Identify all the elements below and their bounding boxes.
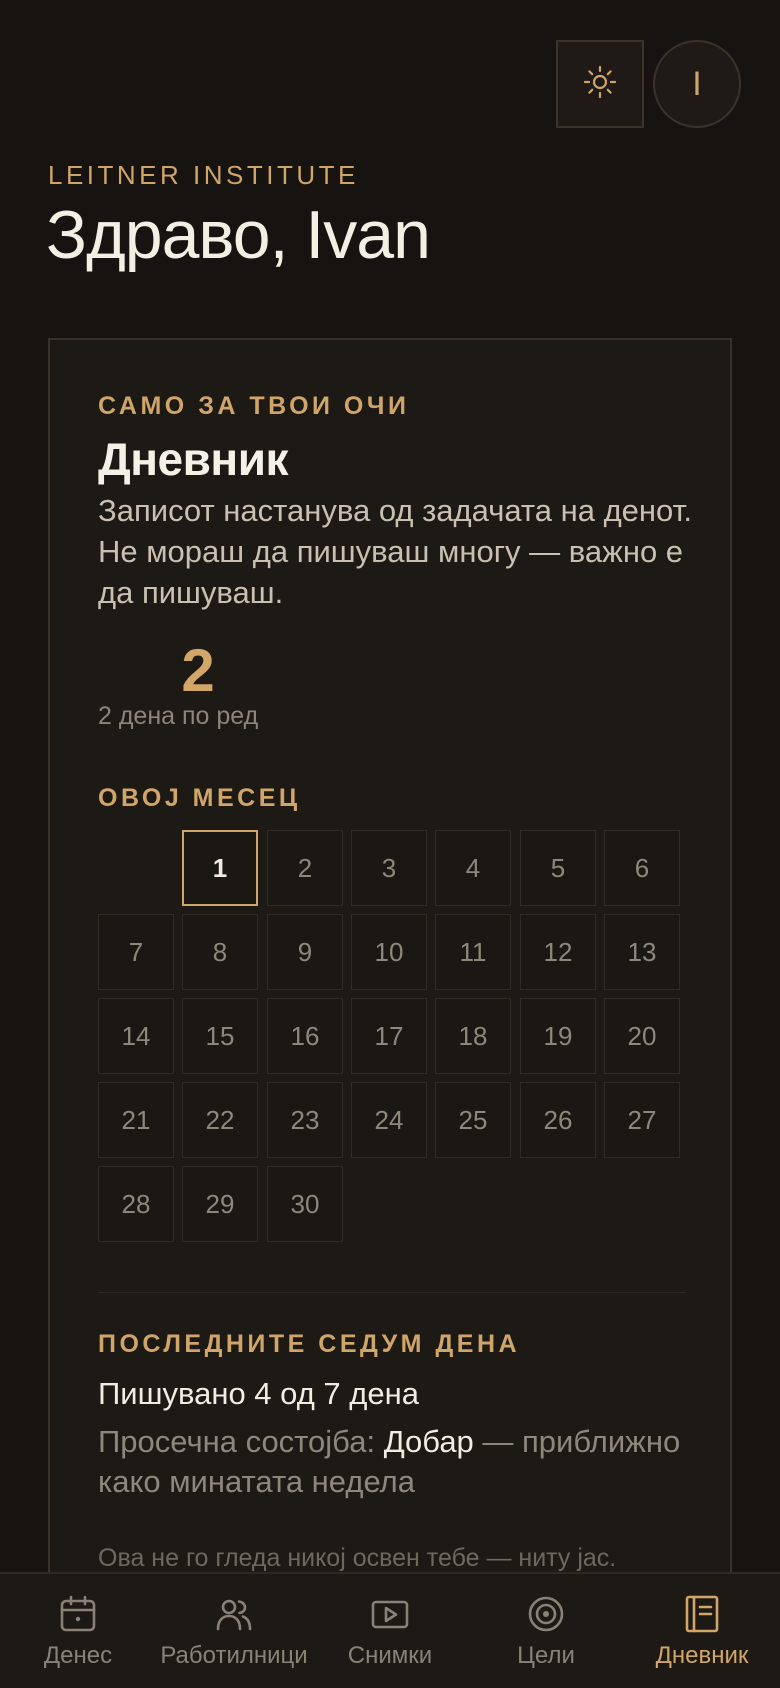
calendar-day[interactable]: 8 <box>182 914 258 990</box>
avatar-initial: I <box>692 64 702 103</box>
month-calendar: 1 2 3 4 5 6 7 8 9 10 11 12 13 14 15 16 17 18 19 20 21 22 23 24 2… <box>98 830 686 1250</box>
calendar-day[interactable]: 18 <box>435 998 511 1074</box>
nav-label-journal: Дневник <box>655 1642 749 1669</box>
calendar-day[interactable]: 7 <box>98 914 174 990</box>
journal-title: Дневник <box>98 433 289 485</box>
page: I LEITNER INSTITUTE Здраво, Ivan САМО ЗА… <box>0 0 780 1688</box>
calendar-day[interactable]: 30 <box>267 1166 343 1242</box>
calendar-day[interactable]: 28 <box>98 1166 174 1242</box>
section-divider <box>98 1292 686 1293</box>
calendar-day[interactable]: 9 <box>267 914 343 990</box>
journal-eyebrow: САМО ЗА ТВОИ ОЧИ <box>98 392 410 420</box>
brand-label: LEITNER INSTITUTE <box>48 160 359 190</box>
streak-count: 2 <box>181 637 215 704</box>
users-icon <box>214 1594 254 1634</box>
streak-label: 2 дена по ред <box>98 702 259 730</box>
nav-item-journal[interactable]: Дневник <box>624 1574 780 1688</box>
journal-icon <box>682 1594 722 1634</box>
calendar-day[interactable]: 2 <box>267 830 343 906</box>
calendar-day[interactable]: 5 <box>520 830 596 906</box>
nav-item-recordings[interactable]: Снимки <box>312 1574 468 1688</box>
target-icon <box>526 1594 566 1634</box>
calendar-day[interactable]: 27 <box>604 1082 680 1158</box>
calendar-day[interactable]: 26 <box>520 1082 596 1158</box>
calendar-day[interactable]: 19 <box>520 998 596 1074</box>
journal-card: САМО ЗА ТВОИ ОЧИ Дневник Записот настану… <box>48 338 732 1688</box>
private-note: Ова не го гледа никој освен тебе — ниту … <box>98 1544 617 1572</box>
mood-summary: Просечна состојба: Добар — приближно как… <box>98 1422 698 1502</box>
calendar-day[interactable]: 24 <box>351 1082 427 1158</box>
calendar-day-today[interactable]: 1 <box>182 830 258 906</box>
calendar-icon <box>58 1594 98 1634</box>
calendar-day[interactable]: 25 <box>435 1082 511 1158</box>
mood-value: Добар <box>383 1424 474 1459</box>
video-icon <box>370 1594 410 1634</box>
calendar-day[interactable]: 13 <box>604 914 680 990</box>
calendar-day[interactable]: 6 <box>604 830 680 906</box>
calendar-day[interactable]: 22 <box>182 1082 258 1158</box>
calendar-day[interactable]: 10 <box>351 914 427 990</box>
nav-label-goals: Цели <box>517 1642 575 1669</box>
month-eyebrow: ОВОЈ МЕСЕЦ <box>98 784 301 812</box>
calendar-day[interactable]: 12 <box>520 914 596 990</box>
calendar-day[interactable]: 20 <box>604 998 680 1074</box>
sun-icon <box>583 65 617 104</box>
mood-prefix: Просечна состојба: <box>98 1424 384 1459</box>
nav-label-recordings: Снимки <box>347 1642 433 1669</box>
calendar-day[interactable]: 29 <box>182 1166 258 1242</box>
nav-label-today: Денес <box>43 1642 113 1669</box>
nav-label-workshops: Работилници <box>160 1642 308 1669</box>
calendar-day[interactable]: 4 <box>435 830 511 906</box>
calendar-day[interactable]: 16 <box>267 998 343 1074</box>
calendar-day[interactable]: 17 <box>351 998 427 1074</box>
calendar-day[interactable]: 21 <box>98 1082 174 1158</box>
avatar-button[interactable]: I <box>653 40 741 128</box>
calendar-day[interactable]: 3 <box>351 830 427 906</box>
calendar-day[interactable]: 14 <box>98 998 174 1074</box>
nav-item-today[interactable]: Денес <box>0 1574 156 1688</box>
bottom-nav: Денес Работилници Снимки Цели Дневник <box>0 1572 780 1688</box>
greeting-title: Здраво, Ivan <box>46 197 431 273</box>
journal-description: Записот настанува од задачата на денот. … <box>98 493 692 610</box>
theme-toggle-button[interactable] <box>556 40 644 128</box>
written-summary: Пишувано 4 од 7 дена <box>98 1376 419 1411</box>
calendar-day[interactable]: 23 <box>267 1082 343 1158</box>
nav-item-workshops[interactable]: Работилници <box>156 1574 312 1688</box>
week-eyebrow: ПОСЛЕДНИТЕ СЕДУМ ДЕНА <box>98 1330 521 1358</box>
calendar-day[interactable]: 11 <box>435 914 511 990</box>
nav-item-goals[interactable]: Цели <box>468 1574 624 1688</box>
calendar-day[interactable]: 15 <box>182 998 258 1074</box>
